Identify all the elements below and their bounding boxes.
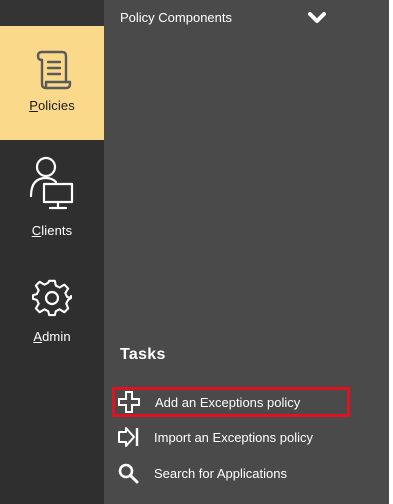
search-applications-task[interactable]: Search for Applications: [116, 459, 356, 487]
search-icon: [116, 461, 140, 485]
nav-label-clients: Clients: [31, 223, 73, 238]
nav-item-admin[interactable]: Admin: [0, 270, 104, 370]
chevron-down-icon[interactable]: [308, 12, 326, 31]
panel-right-edge: [389, 0, 393, 504]
import-arrow-icon: [116, 425, 140, 449]
scroll-icon: [0, 50, 104, 90]
nav-item-clients[interactable]: Clients: [0, 140, 104, 254]
search-applications-label: Search for Applications: [154, 465, 287, 481]
nav-label-policies: Policies: [29, 98, 75, 113]
policy-components-title: Policy Components: [120, 10, 232, 25]
plus-icon: [117, 390, 141, 414]
policy-components-header[interactable]: Policy Components: [120, 10, 350, 32]
nav-rail: Policies Clients Admin: [0, 0, 104, 504]
import-exceptions-policy-task[interactable]: Import an Exceptions policy: [116, 423, 356, 451]
user-computer-icon: [0, 154, 104, 210]
nav-label-admin: Admin: [33, 329, 71, 344]
import-exceptions-policy-label: Import an Exceptions policy: [154, 429, 313, 445]
side-panel: Policy Components Tasks Add an Exception…: [104, 0, 393, 504]
rail-top-strip: [0, 0, 104, 26]
tasks-heading: Tasks: [120, 346, 166, 363]
app-window: Policies Clients Admin Policy Components…: [0, 0, 393, 504]
add-exceptions-policy-task[interactable]: Add an Exceptions policy: [112, 387, 350, 417]
nav-item-policies[interactable]: Policies: [0, 26, 104, 140]
add-exceptions-policy-label: Add an Exceptions policy: [155, 394, 301, 410]
gear-icon: [0, 278, 104, 318]
